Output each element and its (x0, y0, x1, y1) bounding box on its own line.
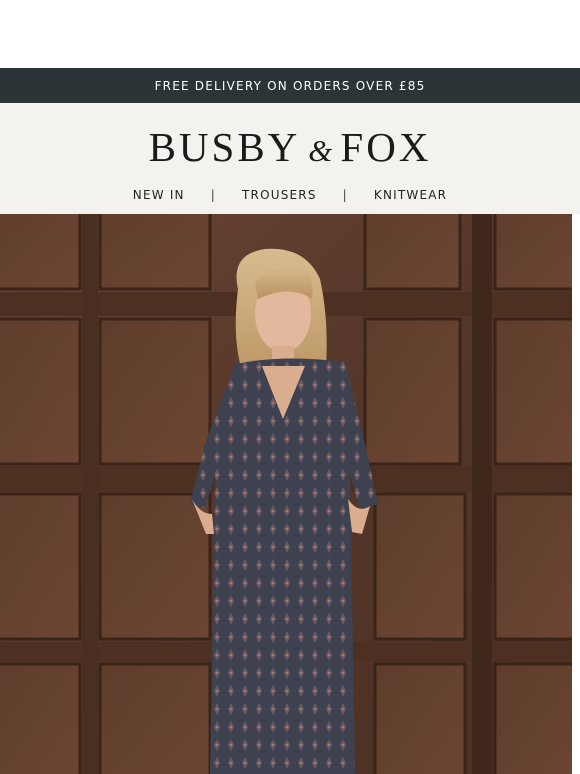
hero-image[interactable] (0, 214, 572, 774)
nav-item-new-in[interactable]: NEW IN (133, 188, 185, 202)
main-nav: NEW IN | TROUSERS | KNITWEAR (133, 188, 447, 202)
email-header: BUSBY & FOX NEW IN | TROUSERS | KNITWEAR (0, 103, 580, 214)
hero-edge (572, 214, 580, 774)
logo-ampersand: & (308, 133, 333, 168)
logo-word-fox: FOX (340, 124, 432, 170)
nav-item-knitwear[interactable]: KNITWEAR (374, 188, 447, 202)
promo-banner[interactable]: FREE DELIVERY ON ORDERS OVER £85 (0, 68, 580, 103)
promo-text: FREE DELIVERY ON ORDERS OVER £85 (154, 78, 426, 93)
nav-item-trousers[interactable]: TROUSERS (242, 188, 317, 202)
brand-logo[interactable]: BUSBY & FOX (149, 127, 432, 168)
logo-word-busby: BUSBY (148, 124, 301, 170)
nav-separator: | (210, 188, 216, 202)
hero-illustration (0, 214, 572, 774)
top-spacer (0, 0, 580, 68)
nav-separator: | (342, 188, 348, 202)
